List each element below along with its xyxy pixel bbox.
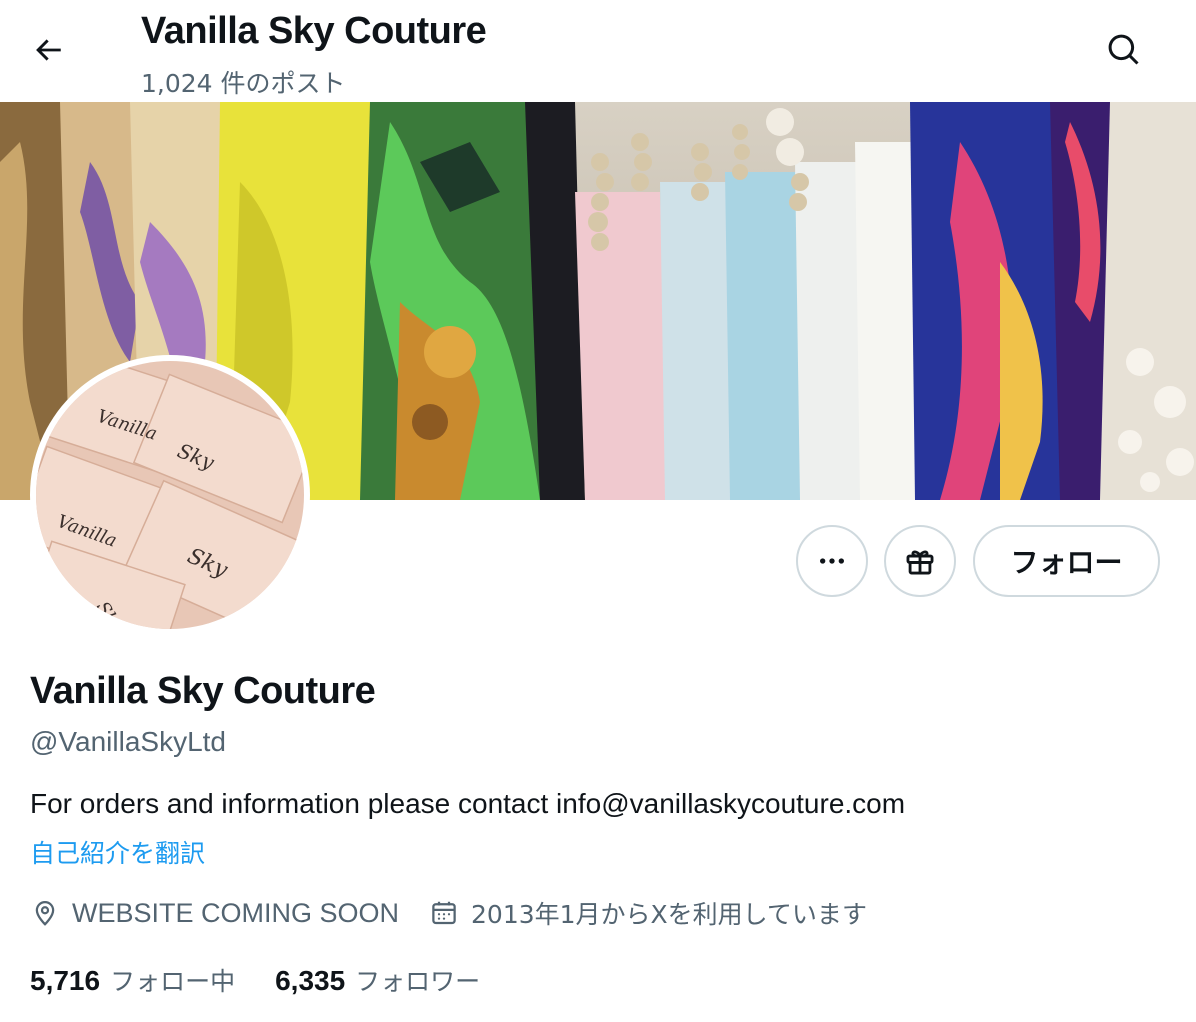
bio-text: For orders and information please contac…	[30, 788, 906, 819]
avatar-image: Vanilla Sky Vanilla Sky Sky	[36, 361, 304, 629]
more-button[interactable]	[796, 525, 868, 597]
calendar-icon	[432, 901, 456, 925]
gift-button[interactable]	[884, 525, 956, 597]
arrow-left-icon	[36, 39, 61, 61]
following-label: フォロー中	[110, 967, 236, 996]
location-pin-icon	[35, 901, 55, 926]
post-count: 1,024 件のポスト	[141, 69, 346, 98]
top-bar: Vanilla Sky Couture 1,024 件のポスト	[0, 0, 1196, 102]
more-horizontal-icon	[820, 558, 844, 564]
joined-item: 2013年1月からXを利用しています	[429, 895, 867, 931]
follow-stats: 5,716 フォロー中 6,335 フォロワー	[30, 960, 520, 1000]
followers-count: 6,335	[275, 965, 346, 996]
page-title: Vanilla Sky Couture	[141, 10, 487, 52]
translate-bio-link[interactable]: 自己紹介を翻訳	[30, 834, 205, 870]
location-text: WEBSITE COMING SOON	[72, 897, 400, 928]
gift-icon	[906, 550, 934, 575]
followers-label: フォロワー	[355, 967, 481, 996]
back-button[interactable]	[22, 26, 74, 74]
profile-avatar[interactable]: Vanilla Sky Vanilla Sky Sky	[30, 355, 310, 635]
followers-stat[interactable]: 6,335 フォロワー	[275, 962, 480, 998]
following-count: 5,716	[30, 965, 101, 996]
display-name: Vanilla Sky Couture	[30, 670, 376, 712]
location-item: WEBSITE COMING SOON	[30, 898, 399, 929]
following-stat[interactable]: 5,716 フォロー中	[30, 962, 235, 998]
user-handle: @VanillaSkyLtd	[30, 726, 226, 757]
joined-text: 2013年1月からXを利用しています	[471, 900, 867, 929]
search-button[interactable]	[1098, 24, 1150, 76]
follow-button[interactable]: フォロー	[973, 525, 1160, 597]
search-icon	[1108, 34, 1139, 65]
profile-meta: WEBSITE COMING SOON 2013年1月からXを利用しています	[30, 893, 897, 933]
